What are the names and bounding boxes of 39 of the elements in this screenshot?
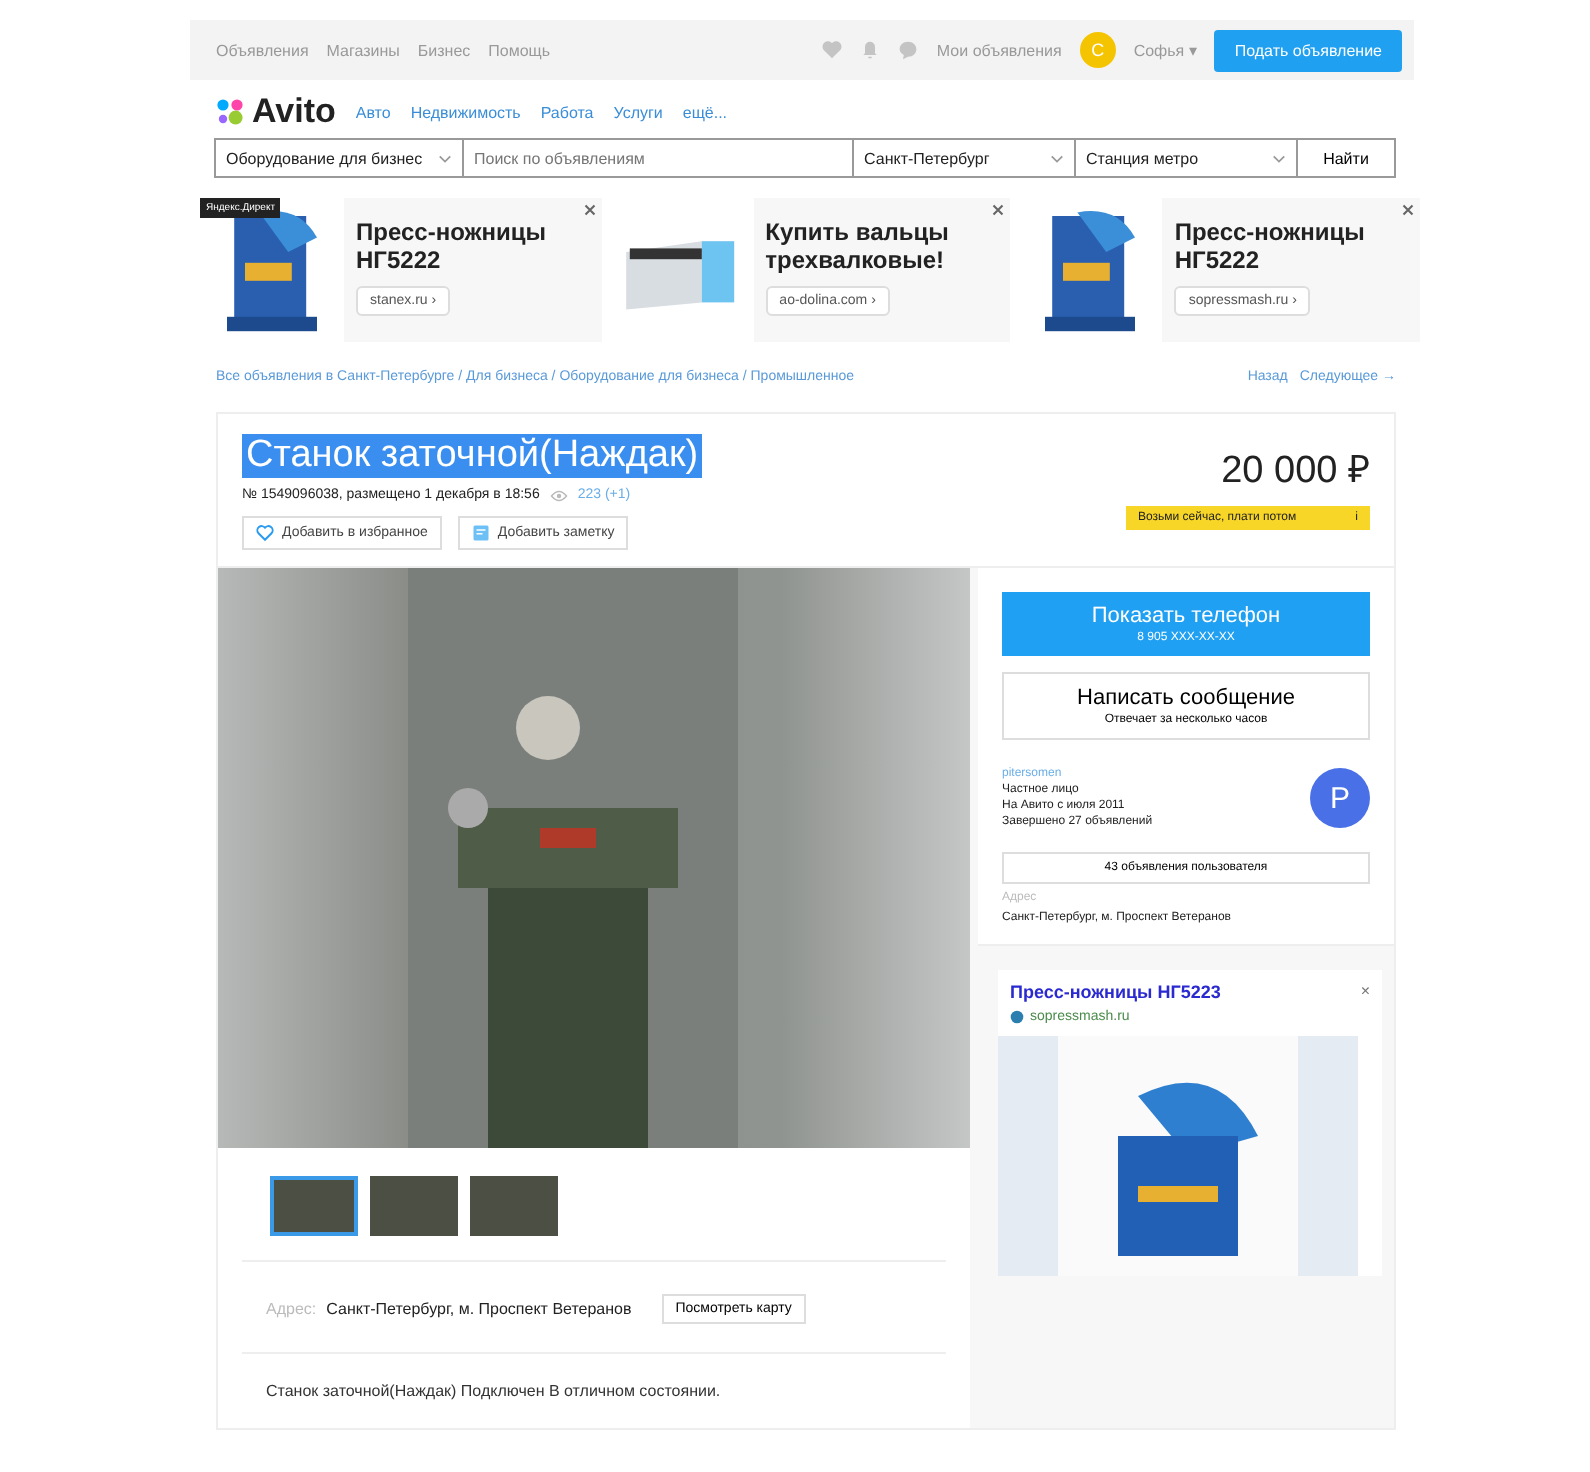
metro-dropdown[interactable]: Станция метро bbox=[1074, 138, 1298, 178]
address-label: Адрес: bbox=[266, 1300, 317, 1318]
search-button[interactable]: Найти bbox=[1296, 138, 1396, 178]
category-link[interactable]: Недвижимость bbox=[410, 103, 521, 121]
seller-avatar[interactable]: P bbox=[1310, 768, 1370, 828]
heart-icon bbox=[256, 524, 274, 542]
description-text: Станок заточной(Наждак) Подключен В отличном состоянии. bbox=[266, 1382, 723, 1400]
close-button[interactable]: × bbox=[1360, 982, 1370, 1002]
photo-thumbnail[interactable] bbox=[370, 1176, 458, 1236]
caret-icon bbox=[1050, 153, 1064, 163]
ad-title[interactable]: Купить вальцы трехвалковые! bbox=[765, 218, 986, 274]
logo-dots-icon bbox=[216, 98, 244, 126]
close-icon[interactable] bbox=[583, 204, 596, 216]
heart-icon[interactable] bbox=[822, 40, 843, 60]
address-text: Санкт-Петербург, м. Проспект Ветеранов bbox=[326, 1300, 632, 1318]
category-link[interactable]: Услуги bbox=[613, 103, 663, 121]
category-link[interactable]: Работа bbox=[540, 103, 594, 121]
city-dropdown[interactable]: Санкт-Петербург bbox=[852, 138, 1076, 178]
close-icon[interactable] bbox=[992, 204, 1005, 216]
note-icon bbox=[471, 524, 490, 542]
eye-icon bbox=[549, 489, 568, 501]
photo-thumbnail[interactable] bbox=[470, 1176, 558, 1236]
ad-title[interactable]: Пресс-ножницы НГ5222 bbox=[1174, 218, 1395, 274]
globe-icon bbox=[1010, 1010, 1024, 1024]
logo-text[interactable]: Avito bbox=[252, 92, 336, 132]
listing-title: Станок заточной(Наждак) bbox=[242, 434, 703, 478]
ad-title[interactable]: Пресс-ножницы НГ5222 bbox=[356, 218, 576, 274]
bell-icon[interactable] bbox=[860, 40, 881, 60]
grinder-machine-drawing[interactable] bbox=[407, 568, 737, 1148]
caret-icon bbox=[438, 153, 452, 163]
search-field[interactable]: Поиск по объявлениям bbox=[462, 138, 854, 178]
category-link[interactable]: Авто bbox=[355, 103, 391, 121]
photo-thumbnail[interactable] bbox=[270, 1176, 358, 1236]
price: 20 000 ₽ bbox=[1221, 448, 1370, 494]
close-icon[interactable] bbox=[1402, 204, 1415, 216]
caret-icon bbox=[1272, 153, 1286, 163]
category-dropdown[interactable]: Оборудование для бизнес bbox=[214, 138, 464, 178]
side-ad-title[interactable]: Пресс-ножницы НГ5223 bbox=[1010, 982, 1221, 1002]
chat-icon[interactable] bbox=[898, 40, 919, 60]
